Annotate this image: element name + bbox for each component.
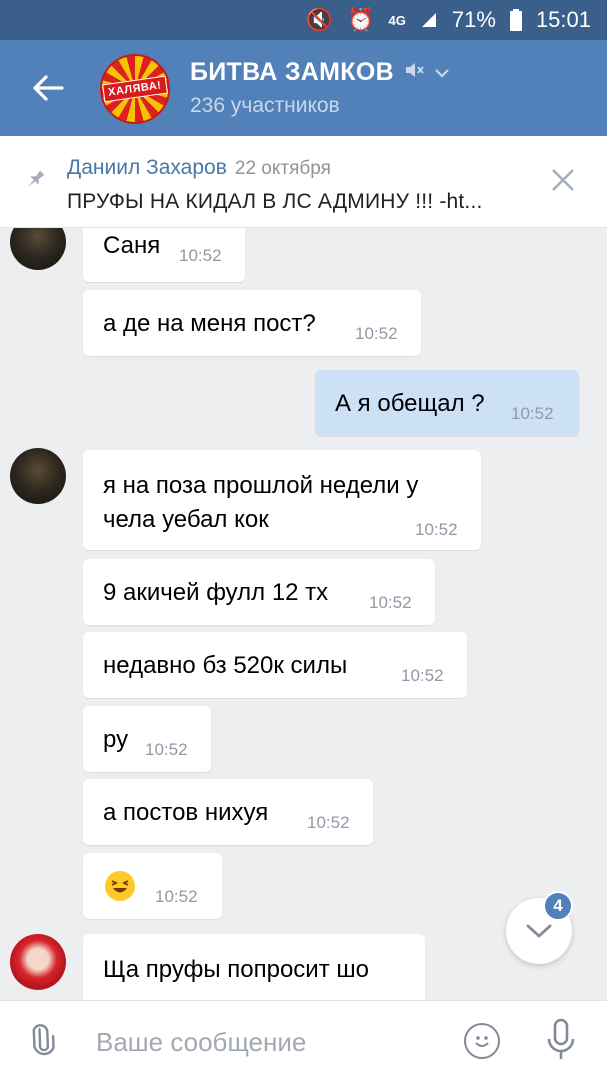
message-time: 10:52 xyxy=(307,813,350,832)
pinned-date: 22 октября xyxy=(234,158,331,179)
message-input[interactable] xyxy=(94,1019,448,1065)
message-bubble[interactable]: ру 10:52 xyxy=(83,706,211,772)
message-bubble[interactable]: я на поза прошлой недели у чела уебал ко… xyxy=(83,450,481,550)
message-time: 10:52 xyxy=(145,740,188,759)
network-label: 4G xyxy=(388,12,406,28)
chat-title-row[interactable]: БИТВА ЗАМКОВ xyxy=(190,58,450,87)
message-time: 10:52 xyxy=(415,520,458,539)
avatar[interactable] xyxy=(10,228,66,270)
message-time: 10:52 xyxy=(401,666,444,685)
close-icon[interactable] xyxy=(550,164,576,201)
mute-icon: 🔇 xyxy=(305,7,334,32)
chat-header: ХАЛЯВА! БИТВА ЗАМКОВ 236 участников xyxy=(0,40,607,136)
emoji-icon[interactable] xyxy=(464,1023,500,1059)
clock: 15:01 xyxy=(535,7,591,32)
status-bar: 🔇 ⏰ 4G 71% 15:01 xyxy=(0,0,607,40)
message-text-line: я на поза прошлой недели у xyxy=(103,472,419,499)
message-time: 10:52 xyxy=(355,324,398,343)
message-time: 10:52 xyxy=(369,593,412,612)
battery-icon xyxy=(509,9,522,31)
message-text: ру xyxy=(103,726,129,753)
message-text: Ща пруфы попросит шо xyxy=(103,956,369,983)
message-bubble[interactable]: Саня 10:52 xyxy=(83,228,245,282)
message-time: 10:52 xyxy=(511,404,554,423)
message-text: недавно бз 520к силы xyxy=(103,652,348,679)
avatar-logo: ХАЛЯВА! xyxy=(102,75,168,103)
pin-icon xyxy=(15,164,50,199)
avatar[interactable] xyxy=(10,448,66,504)
muted-icon xyxy=(404,61,424,84)
chat-members-count: 236 участников xyxy=(190,94,340,117)
message-list[interactable]: Саня 10:52 а де на меня пост? 10:52 А я … xyxy=(0,228,607,1000)
message-bubble[interactable]: Ща пруфы попросит шо xyxy=(83,934,425,1000)
avatar[interactable] xyxy=(10,934,66,990)
pinned-message[interactable]: Даниил Захаров 22 октября ПРУФЫ НА КИДАЛ … xyxy=(0,136,607,228)
message-text: 9 акичей фулл 12 тх xyxy=(103,579,329,606)
signal-icon xyxy=(420,11,438,29)
pinned-author: Даниил Захаров xyxy=(67,156,227,179)
unread-badge: 4 xyxy=(543,891,573,921)
alarm-icon: ⏰ xyxy=(347,7,375,32)
pinned-author-line: Даниил Захаров 22 октября xyxy=(67,156,331,180)
laughing-face-icon xyxy=(105,871,135,901)
message-bubble[interactable]: 10:52 xyxy=(83,853,222,919)
chat-title: БИТВА ЗАМКОВ xyxy=(190,58,394,86)
message-text: А я обещал ? xyxy=(335,390,485,417)
back-arrow-icon[interactable] xyxy=(26,66,70,110)
battery-percent: 71% xyxy=(451,7,496,32)
message-text: а постов нихуя xyxy=(103,799,269,826)
message-bubble[interactable]: а де на меня пост? 10:52 xyxy=(83,290,421,356)
message-composer xyxy=(0,1000,607,1080)
message-bubble[interactable]: а постов нихуя 10:52 xyxy=(83,779,373,845)
message-text: а де на меня пост? xyxy=(103,310,316,337)
pinned-text: ПРУФЫ НА КИДАЛ В ЛС АДМИНУ !!! -ht... xyxy=(67,190,483,213)
message-text-line: чела уебал кок xyxy=(103,506,269,533)
paperclip-icon[interactable] xyxy=(19,1017,71,1071)
message-bubble[interactable]: 9 акичей фулл 12 тх 10:52 xyxy=(83,559,435,625)
chat-avatar[interactable]: ХАЛЯВА! xyxy=(100,54,170,124)
microphone-icon[interactable] xyxy=(543,1017,579,1063)
message-text: Саня xyxy=(103,232,161,259)
message-time: 10:52 xyxy=(179,246,222,265)
message-bubble-outgoing[interactable]: А я обещал ? 10:52 xyxy=(315,370,579,436)
chevron-down-icon xyxy=(434,62,450,83)
message-bubble[interactable]: недавно бз 520к силы 10:52 xyxy=(83,632,467,698)
message-time: 10:52 xyxy=(155,887,198,906)
